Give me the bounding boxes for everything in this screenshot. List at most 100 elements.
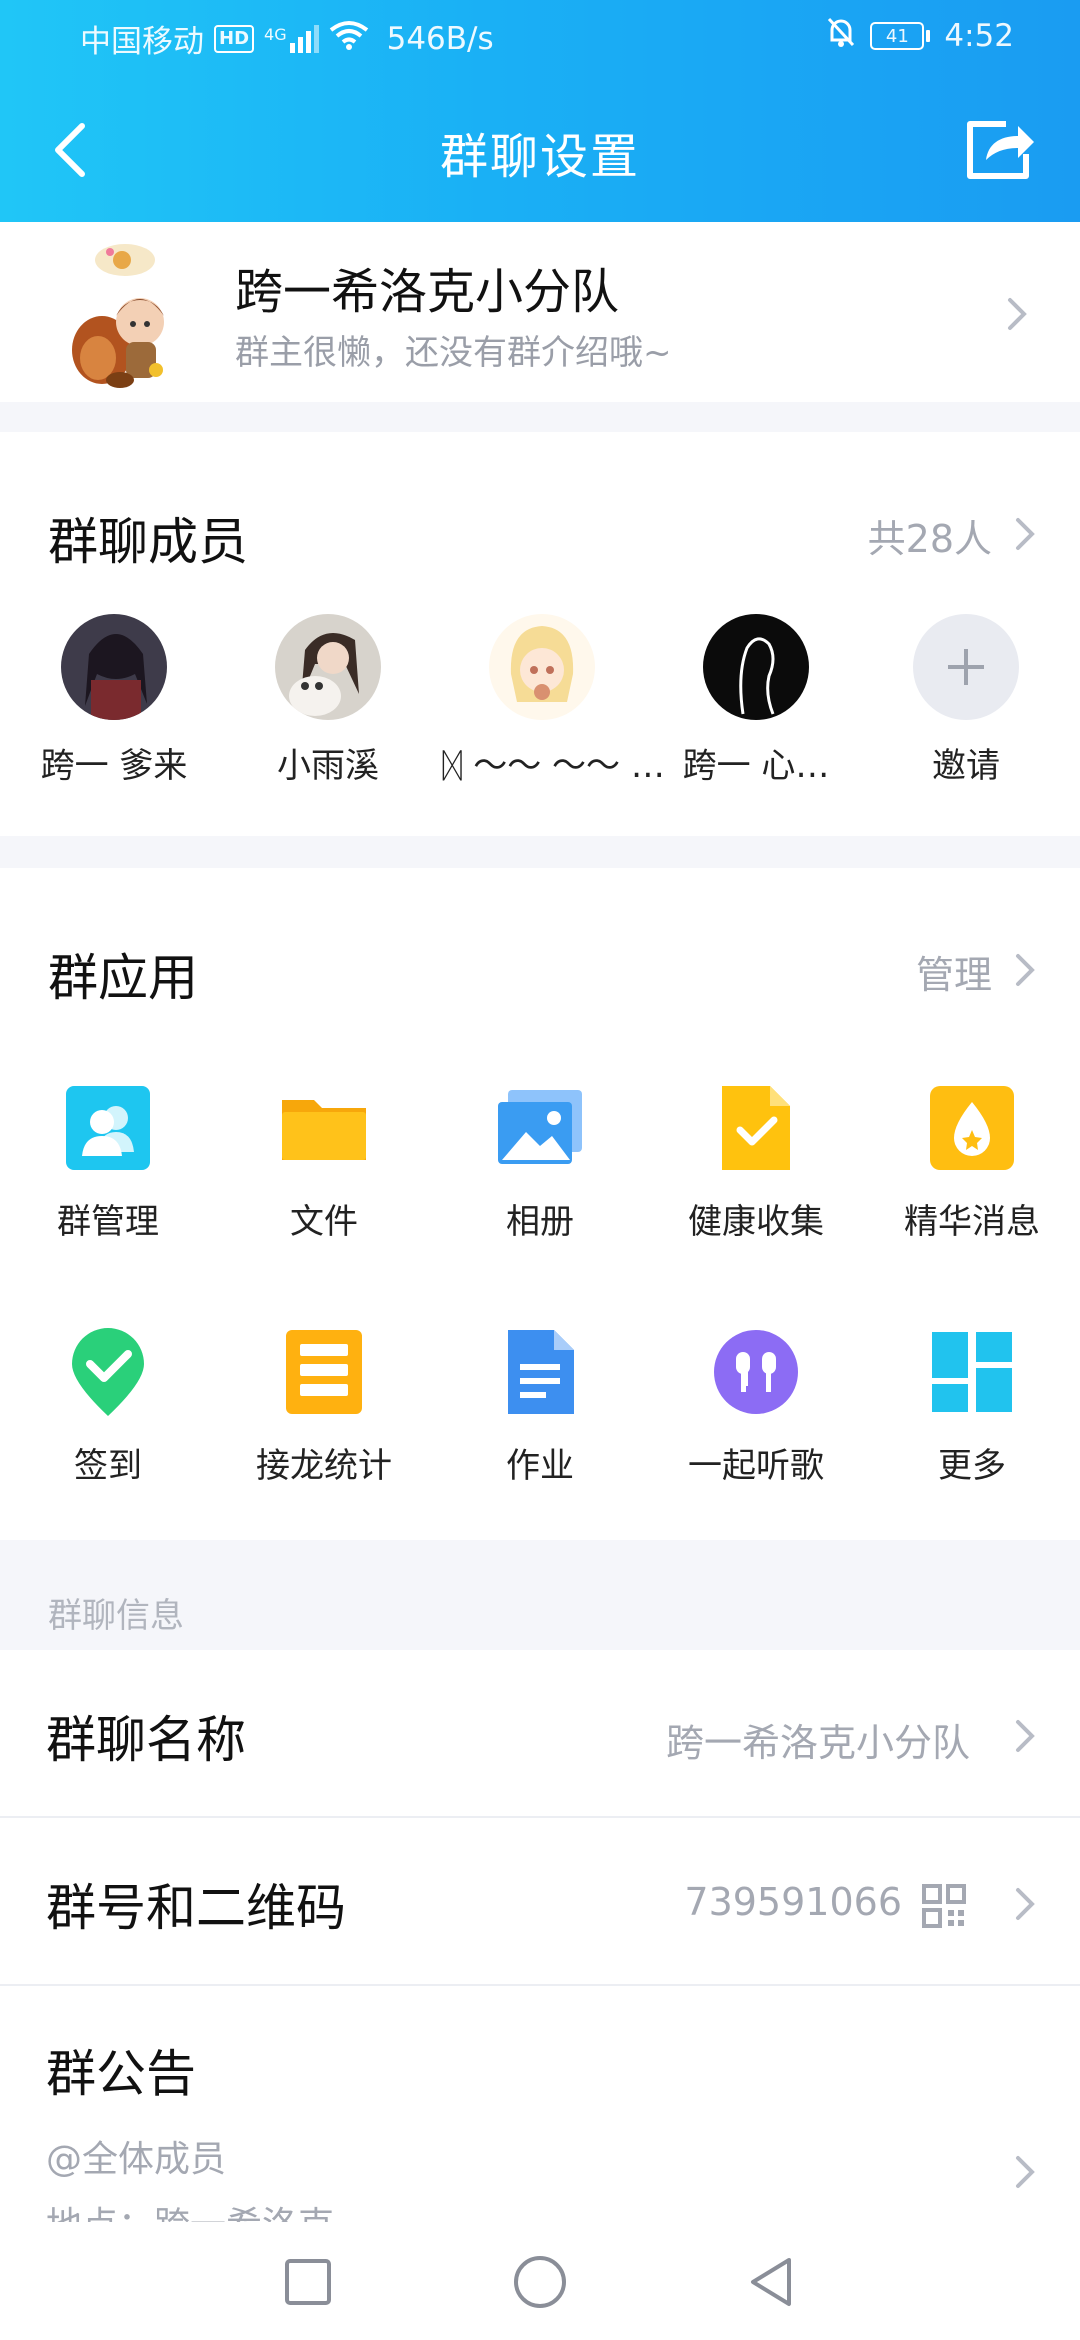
group-name: 跨一希洛克小分队 — [235, 264, 620, 320]
home-button[interactable] — [500, 2242, 580, 2322]
app-check-in[interactable]: 签到 — [0, 1324, 216, 1487]
health-collect-icon — [708, 1080, 804, 1176]
member-name: 小雨溪 — [277, 746, 379, 786]
recent-apps-button[interactable] — [268, 2242, 348, 2322]
title-bar: 群聊设置 — [0, 95, 1080, 205]
manage-label: 管理 — [915, 953, 992, 997]
folder-icon — [276, 1080, 372, 1176]
hd-badge: HD — [214, 24, 255, 53]
group-number-value: 739591066 — [684, 1880, 902, 1924]
relay-stats-icon — [276, 1324, 372, 1420]
square-icon — [285, 2259, 331, 2305]
app-label: 接龙统计 — [256, 1446, 392, 1486]
chevron-right-icon — [1016, 518, 1035, 550]
homework-icon — [492, 1324, 588, 1420]
share-icon — [967, 121, 1034, 179]
circle-icon — [514, 2256, 566, 2308]
member-name: ᛞ 〜〜 〜〜 … — [442, 746, 665, 786]
signal-icon: 4G — [264, 24, 319, 53]
row-title: 群聊名称 — [46, 1711, 246, 1769]
photo-album-icon — [492, 1080, 588, 1176]
status-bar: 中国移动 HD 4G 546B/s 41 4:52 — [0, 0, 1080, 74]
row-title: 群号和二维码 — [46, 1879, 346, 1937]
app-group-manage[interactable]: 群管理 — [0, 1080, 216, 1243]
carrier-name: 中国移动 — [80, 24, 204, 60]
back-nav-button[interactable] — [730, 2242, 810, 2322]
network-type: 4G — [264, 24, 287, 44]
member-item[interactable]: 跨一 心… — [656, 614, 856, 787]
check-in-icon — [60, 1324, 156, 1420]
member-name: 跨一 爹来 — [40, 746, 188, 786]
page-title: 群聊设置 — [439, 129, 640, 185]
members-title: 群聊成员 — [48, 513, 248, 571]
add-icon — [913, 614, 1019, 720]
members-count: 共28人 — [867, 517, 992, 561]
app-label: 更多 — [938, 1446, 1006, 1486]
app-homework[interactable]: 作业 — [432, 1324, 648, 1487]
system-nav-bar — [0, 2222, 1080, 2340]
chevron-right-icon — [1016, 2156, 1035, 2188]
status-right: 41 4:52 — [826, 16, 1014, 56]
group-manage-icon — [60, 1080, 156, 1176]
chevron-right-icon — [1016, 1720, 1035, 1752]
row-title: 群公告 — [46, 2045, 196, 2103]
app-label: 一起听歌 — [688, 1446, 824, 1486]
group-name-row[interactable]: 群聊名称 跨一希洛克小分队 — [0, 1650, 1080, 1816]
member-item[interactable]: 跨一 爹来 — [14, 614, 214, 787]
triangle-back-icon — [751, 2258, 791, 2306]
app-label: 群管理 — [57, 1202, 159, 1242]
member-avatar — [275, 614, 381, 720]
battery-level: 41 — [870, 22, 925, 50]
app-label: 相册 — [506, 1202, 574, 1242]
member-item[interactable]: 小雨溪 — [228, 614, 428, 787]
info-section-label: 群聊信息 — [48, 1596, 184, 1636]
members-card: 群聊成员 共28人 跨一 爹来 小雨溪 ᛞ 〜〜 〜〜 … 跨一 心… 邀请 — [0, 432, 1080, 836]
clock: 4:52 — [944, 18, 1014, 54]
app-album[interactable]: 相册 — [432, 1080, 648, 1243]
member-avatar — [61, 614, 167, 720]
app-header: 中国移动 HD 4G 546B/s 41 4:52 群聊设置 — [0, 0, 1080, 222]
members-count-link[interactable]: 共28人 — [820, 508, 1040, 568]
app-label: 精华消息 — [904, 1202, 1040, 1242]
member-item[interactable]: ᛞ 〜〜 〜〜 … — [442, 614, 665, 787]
group-number-row[interactable]: 群号和二维码 739591066 — [0, 1818, 1080, 1984]
share-button[interactable] — [960, 110, 1040, 190]
app-label: 作业 — [506, 1446, 574, 1486]
member-avatar — [489, 614, 595, 720]
listen-together-icon — [708, 1324, 804, 1420]
invite-label: 邀请 — [932, 746, 1000, 786]
more-grid-icon — [924, 1324, 1020, 1420]
group-profile-card[interactable]: 跨一希洛克小分队 群主很懒，还没有群介绍哦~ — [0, 222, 1080, 402]
battery-icon: 41 — [870, 22, 931, 50]
qr-code-icon — [922, 1884, 966, 1928]
chevron-right-icon — [1016, 954, 1035, 986]
member-name: 跨一 心… — [682, 746, 830, 786]
group-name-value: 跨一希洛克小分队 — [665, 1721, 970, 1765]
app-more[interactable]: 更多 — [864, 1324, 1080, 1487]
wifi-icon — [329, 20, 369, 58]
apps-title: 群应用 — [48, 949, 198, 1007]
notice-line: @全体成员 — [46, 2139, 227, 2180]
member-avatar — [703, 614, 809, 720]
invite-button[interactable]: 邀请 — [866, 614, 1066, 787]
app-label: 签到 — [74, 1446, 142, 1486]
notice-line: 地点：跨一希洛克 — [46, 2196, 334, 2222]
app-health-collect[interactable]: 健康收集 — [648, 1080, 864, 1243]
apps-manage-link[interactable]: 管理 — [840, 944, 1040, 1004]
app-file[interactable]: 文件 — [216, 1080, 432, 1243]
group-avatar — [60, 230, 190, 395]
network-speed: 546B/s — [386, 20, 494, 57]
chevron-right-icon — [1008, 298, 1027, 330]
app-label: 健康收集 — [688, 1202, 824, 1242]
app-relay-stats[interactable]: 接龙统计 — [216, 1324, 432, 1487]
status-left: 中国移动 HD 4G 546B/s — [80, 16, 494, 61]
app-listen-together[interactable]: 一起听歌 — [648, 1324, 864, 1487]
group-description: 群主很懒，还没有群介绍哦~ — [235, 333, 672, 373]
group-apps-card: 群应用 管理 群管理 文件 相册 健康收集 精华消息 签到 接龙统计 作业 一起… — [0, 868, 1080, 1540]
chevron-right-icon — [1016, 1888, 1035, 1920]
group-notice-row[interactable]: 群公告 @全体成员 地点：跨一希洛克 — [0, 1986, 1080, 2222]
app-essence-message[interactable]: 精华消息 — [864, 1080, 1080, 1243]
mute-bell-icon — [826, 16, 856, 56]
essence-message-icon — [924, 1080, 1020, 1176]
app-label: 文件 — [290, 1202, 358, 1242]
